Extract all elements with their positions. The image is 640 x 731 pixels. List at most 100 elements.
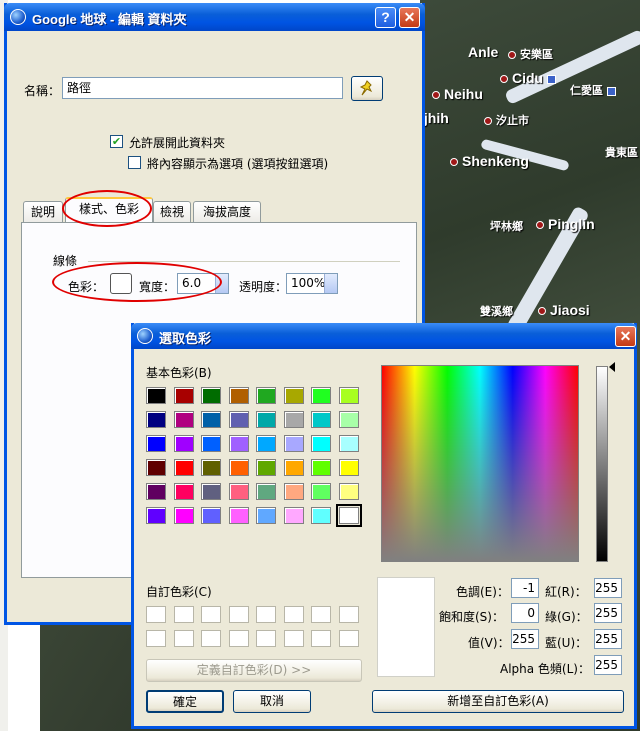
value-input[interactable]: 255 bbox=[511, 629, 539, 649]
basic-color-swatch[interactable] bbox=[256, 459, 276, 476]
basic-color-swatch[interactable] bbox=[283, 435, 304, 452]
custom-color-slot[interactable] bbox=[173, 606, 194, 623]
basic-color-swatch[interactable] bbox=[173, 459, 194, 476]
show-contents-checkbox[interactable] bbox=[128, 156, 141, 169]
opacity-spinner[interactable] bbox=[324, 274, 337, 293]
basic-color-swatch[interactable] bbox=[146, 387, 166, 404]
custom-color-slot[interactable] bbox=[256, 606, 276, 623]
basic-color-swatch[interactable] bbox=[228, 435, 249, 452]
basic-color-swatch[interactable] bbox=[338, 459, 359, 476]
custom-color-slot[interactable] bbox=[338, 606, 359, 623]
basic-color-swatch[interactable] bbox=[283, 387, 304, 404]
allow-expand-checkbox[interactable]: ✔ bbox=[110, 135, 123, 148]
saturation-label: 飽和度(S)： bbox=[439, 610, 504, 624]
custom-color-slot[interactable] bbox=[173, 630, 194, 647]
basic-color-swatch[interactable] bbox=[228, 483, 249, 500]
basic-color-swatch[interactable] bbox=[228, 411, 249, 428]
basic-color-swatch[interactable] bbox=[256, 435, 276, 452]
color-spectrum[interactable] bbox=[381, 365, 579, 562]
basic-color-swatch[interactable] bbox=[256, 507, 276, 524]
custom-color-slot[interactable] bbox=[228, 630, 249, 647]
name-input[interactable]: 路徑 bbox=[62, 77, 343, 99]
basic-color-swatch[interactable] bbox=[311, 435, 331, 452]
basic-color-swatch[interactable] bbox=[228, 507, 249, 524]
blue-input[interactable]: 255 bbox=[594, 629, 622, 649]
basic-color-swatch[interactable] bbox=[311, 459, 331, 476]
basic-color-swatch[interactable] bbox=[201, 435, 221, 452]
basic-color-swatch[interactable] bbox=[146, 435, 166, 452]
basic-color-swatch[interactable] bbox=[173, 411, 194, 428]
basic-color-swatch[interactable] bbox=[201, 459, 221, 476]
tab-description[interactable]: 說明 bbox=[23, 201, 63, 223]
hue-input[interactable]: -1 bbox=[511, 578, 539, 598]
annotation-ellipse bbox=[52, 262, 222, 302]
cancel-button[interactable]: 取消 bbox=[233, 690, 311, 713]
custom-color-slot[interactable] bbox=[201, 630, 221, 647]
basic-color-swatch[interactable] bbox=[311, 507, 331, 524]
basic-color-swatch[interactable] bbox=[256, 387, 276, 404]
google-earth-icon bbox=[10, 9, 26, 25]
color-picker-titlebar[interactable]: 選取色彩 ✕ bbox=[131, 323, 637, 349]
custom-color-slot[interactable] bbox=[146, 606, 166, 623]
basic-color-swatch[interactable] bbox=[283, 411, 304, 428]
help-button[interactable]: ? bbox=[375, 7, 396, 28]
basic-color-swatch[interactable] bbox=[228, 387, 249, 404]
color-close-button[interactable]: ✕ bbox=[615, 326, 636, 347]
basic-color-swatch[interactable] bbox=[173, 387, 194, 404]
basic-color-swatch[interactable] bbox=[146, 483, 166, 500]
tab-altitude[interactable]: 海拔高度 bbox=[193, 201, 261, 223]
add-custom-color-button[interactable]: 新增至自訂色彩(A) bbox=[372, 690, 624, 713]
basic-colors-label: 基本色彩(B) bbox=[146, 366, 212, 380]
custom-color-slot[interactable] bbox=[311, 630, 331, 647]
basic-color-swatch[interactable] bbox=[338, 435, 359, 452]
custom-color-slot[interactable] bbox=[338, 630, 359, 647]
custom-color-slot[interactable] bbox=[283, 606, 304, 623]
basic-color-swatch[interactable] bbox=[338, 411, 359, 428]
custom-color-slot[interactable] bbox=[146, 630, 166, 647]
basic-color-swatch[interactable] bbox=[201, 507, 221, 524]
custom-color-slot[interactable] bbox=[228, 606, 249, 623]
place-label: 貴東區 bbox=[605, 147, 638, 159]
red-input[interactable]: 255 bbox=[594, 578, 622, 598]
basic-color-swatch[interactable] bbox=[311, 483, 331, 500]
basic-color-swatch[interactable] bbox=[256, 411, 276, 428]
basic-color-swatch[interactable] bbox=[335, 504, 362, 527]
edit-folder-titlebar[interactable]: Google 地球 - 編輯 資料夾 ? ✕ bbox=[4, 3, 425, 31]
basic-color-swatch[interactable] bbox=[173, 483, 194, 500]
custom-color-slot[interactable] bbox=[283, 630, 304, 647]
icon-picker-button[interactable] bbox=[351, 76, 383, 101]
basic-color-swatch[interactable] bbox=[338, 483, 359, 500]
define-custom-button[interactable]: 定義自訂色彩(D) >> bbox=[146, 659, 362, 682]
basic-color-swatch[interactable] bbox=[173, 435, 194, 452]
basic-color-swatch[interactable] bbox=[201, 411, 221, 428]
basic-color-swatch[interactable] bbox=[311, 411, 331, 428]
saturation-input[interactable]: 0 bbox=[511, 603, 539, 623]
custom-color-slot[interactable] bbox=[256, 630, 276, 647]
opacity-input[interactable]: 100% bbox=[286, 273, 338, 294]
place-label: 安樂區 bbox=[508, 46, 553, 62]
basic-color-swatch[interactable] bbox=[201, 483, 221, 500]
ok-button[interactable]: 確定 bbox=[146, 690, 224, 713]
basic-color-swatch[interactable] bbox=[338, 387, 359, 404]
close-button[interactable]: ✕ bbox=[399, 7, 420, 28]
luminance-arrow-icon[interactable] bbox=[609, 362, 615, 372]
basic-color-swatch[interactable] bbox=[283, 483, 304, 500]
basic-color-swatch[interactable] bbox=[283, 507, 304, 524]
luminance-slider[interactable] bbox=[596, 366, 608, 562]
basic-color-swatch[interactable] bbox=[201, 387, 221, 404]
basic-color-swatch[interactable] bbox=[256, 483, 276, 500]
basic-color-swatch[interactable] bbox=[283, 459, 304, 476]
basic-color-swatch[interactable] bbox=[173, 507, 194, 524]
custom-color-slot[interactable] bbox=[201, 606, 221, 623]
tab-view[interactable]: 檢視 bbox=[153, 201, 191, 223]
basic-color-swatch[interactable] bbox=[146, 507, 166, 524]
basic-color-swatch[interactable] bbox=[146, 459, 166, 476]
annotation-ellipse bbox=[62, 190, 152, 227]
basic-color-swatch[interactable] bbox=[311, 387, 331, 404]
color-preview bbox=[377, 577, 435, 677]
alpha-input[interactable]: 255 bbox=[594, 655, 622, 675]
basic-color-swatch[interactable] bbox=[228, 459, 249, 476]
basic-color-swatch[interactable] bbox=[146, 411, 166, 428]
custom-color-slot[interactable] bbox=[311, 606, 331, 623]
green-input[interactable]: 255 bbox=[594, 603, 622, 623]
